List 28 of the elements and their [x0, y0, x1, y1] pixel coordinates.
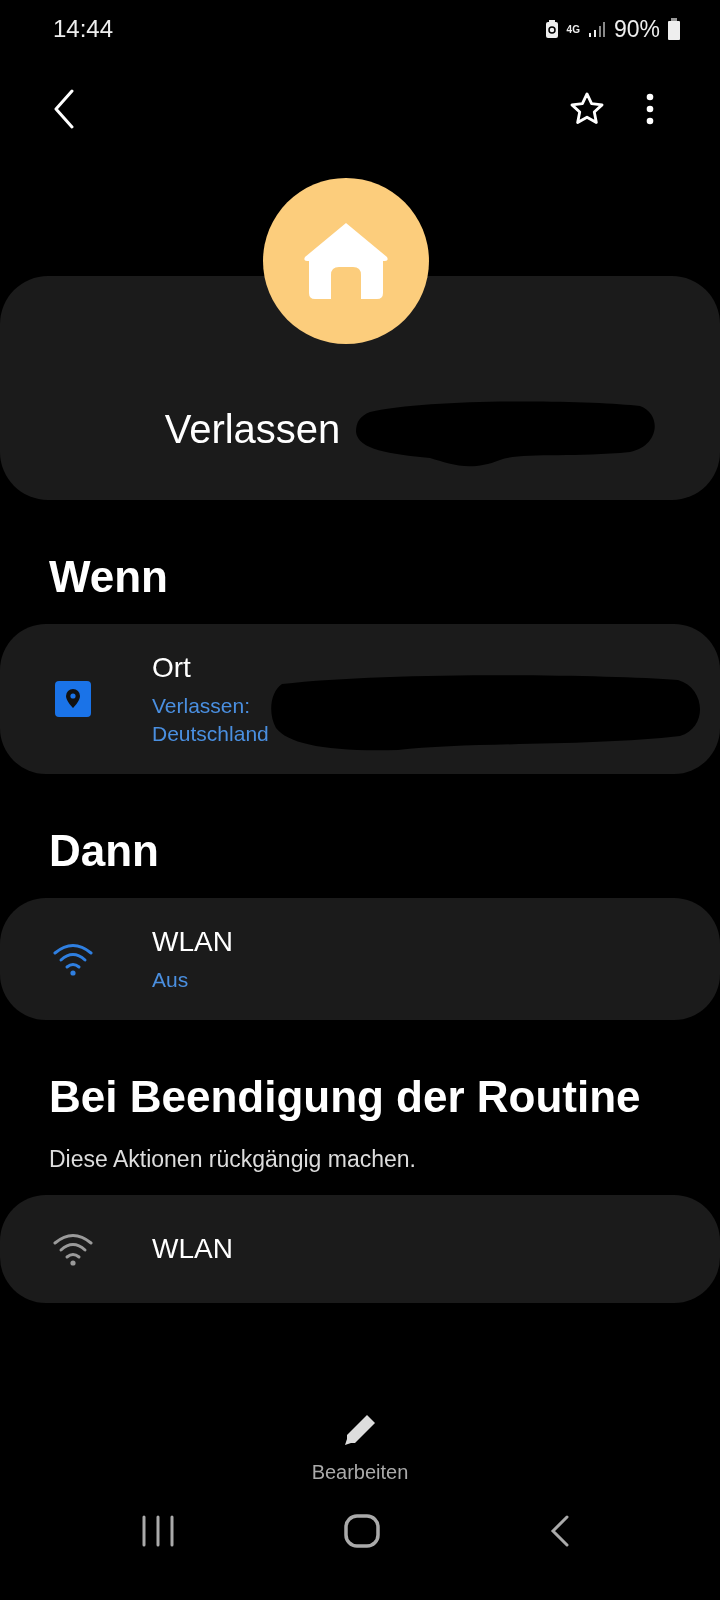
item-detail: Aus — [152, 968, 190, 992]
battery-saver-icon — [544, 19, 559, 39]
item-detail: Deutschland — [152, 722, 269, 746]
routine-item-card[interactable]: Ort Verlassen: Deutschland — [0, 624, 720, 774]
routine-item-card[interactable]: WLAN Aus — [0, 898, 720, 1020]
status-time: 14:44 — [53, 15, 114, 43]
home-icon — [303, 221, 389, 301]
section-heading: Dann — [49, 826, 160, 876]
pencil-icon — [343, 1413, 377, 1447]
battery-percent: 90% — [613, 15, 660, 43]
section-subtitle: Diese Aktionen rückgängig machen. — [49, 1146, 417, 1173]
section-heading: Bei Beendigung der Routine — [49, 1072, 642, 1122]
routine-title: Verlassen — [164, 407, 341, 452]
recent-apps-icon[interactable] — [142, 1515, 174, 1547]
back-nav-icon[interactable] — [550, 1515, 570, 1547]
signal-icon — [587, 20, 606, 38]
home-nav-icon[interactable] — [344, 1514, 380, 1548]
routine-item-card[interactable]: WLAN — [0, 1195, 720, 1303]
back-icon[interactable] — [52, 89, 76, 129]
item-title: WLAN — [152, 926, 233, 958]
item-title: Ort — [152, 652, 192, 684]
item-title: WLAN — [152, 1233, 233, 1265]
network-type: 4G — [566, 23, 580, 35]
edit-button[interactable]: Bearbeiten — [311, 1413, 409, 1484]
battery-icon — [668, 18, 680, 40]
more-options-icon[interactable] — [646, 93, 654, 125]
item-detail: Verlassen: — [152, 694, 252, 718]
section-heading: Wenn — [49, 552, 169, 602]
